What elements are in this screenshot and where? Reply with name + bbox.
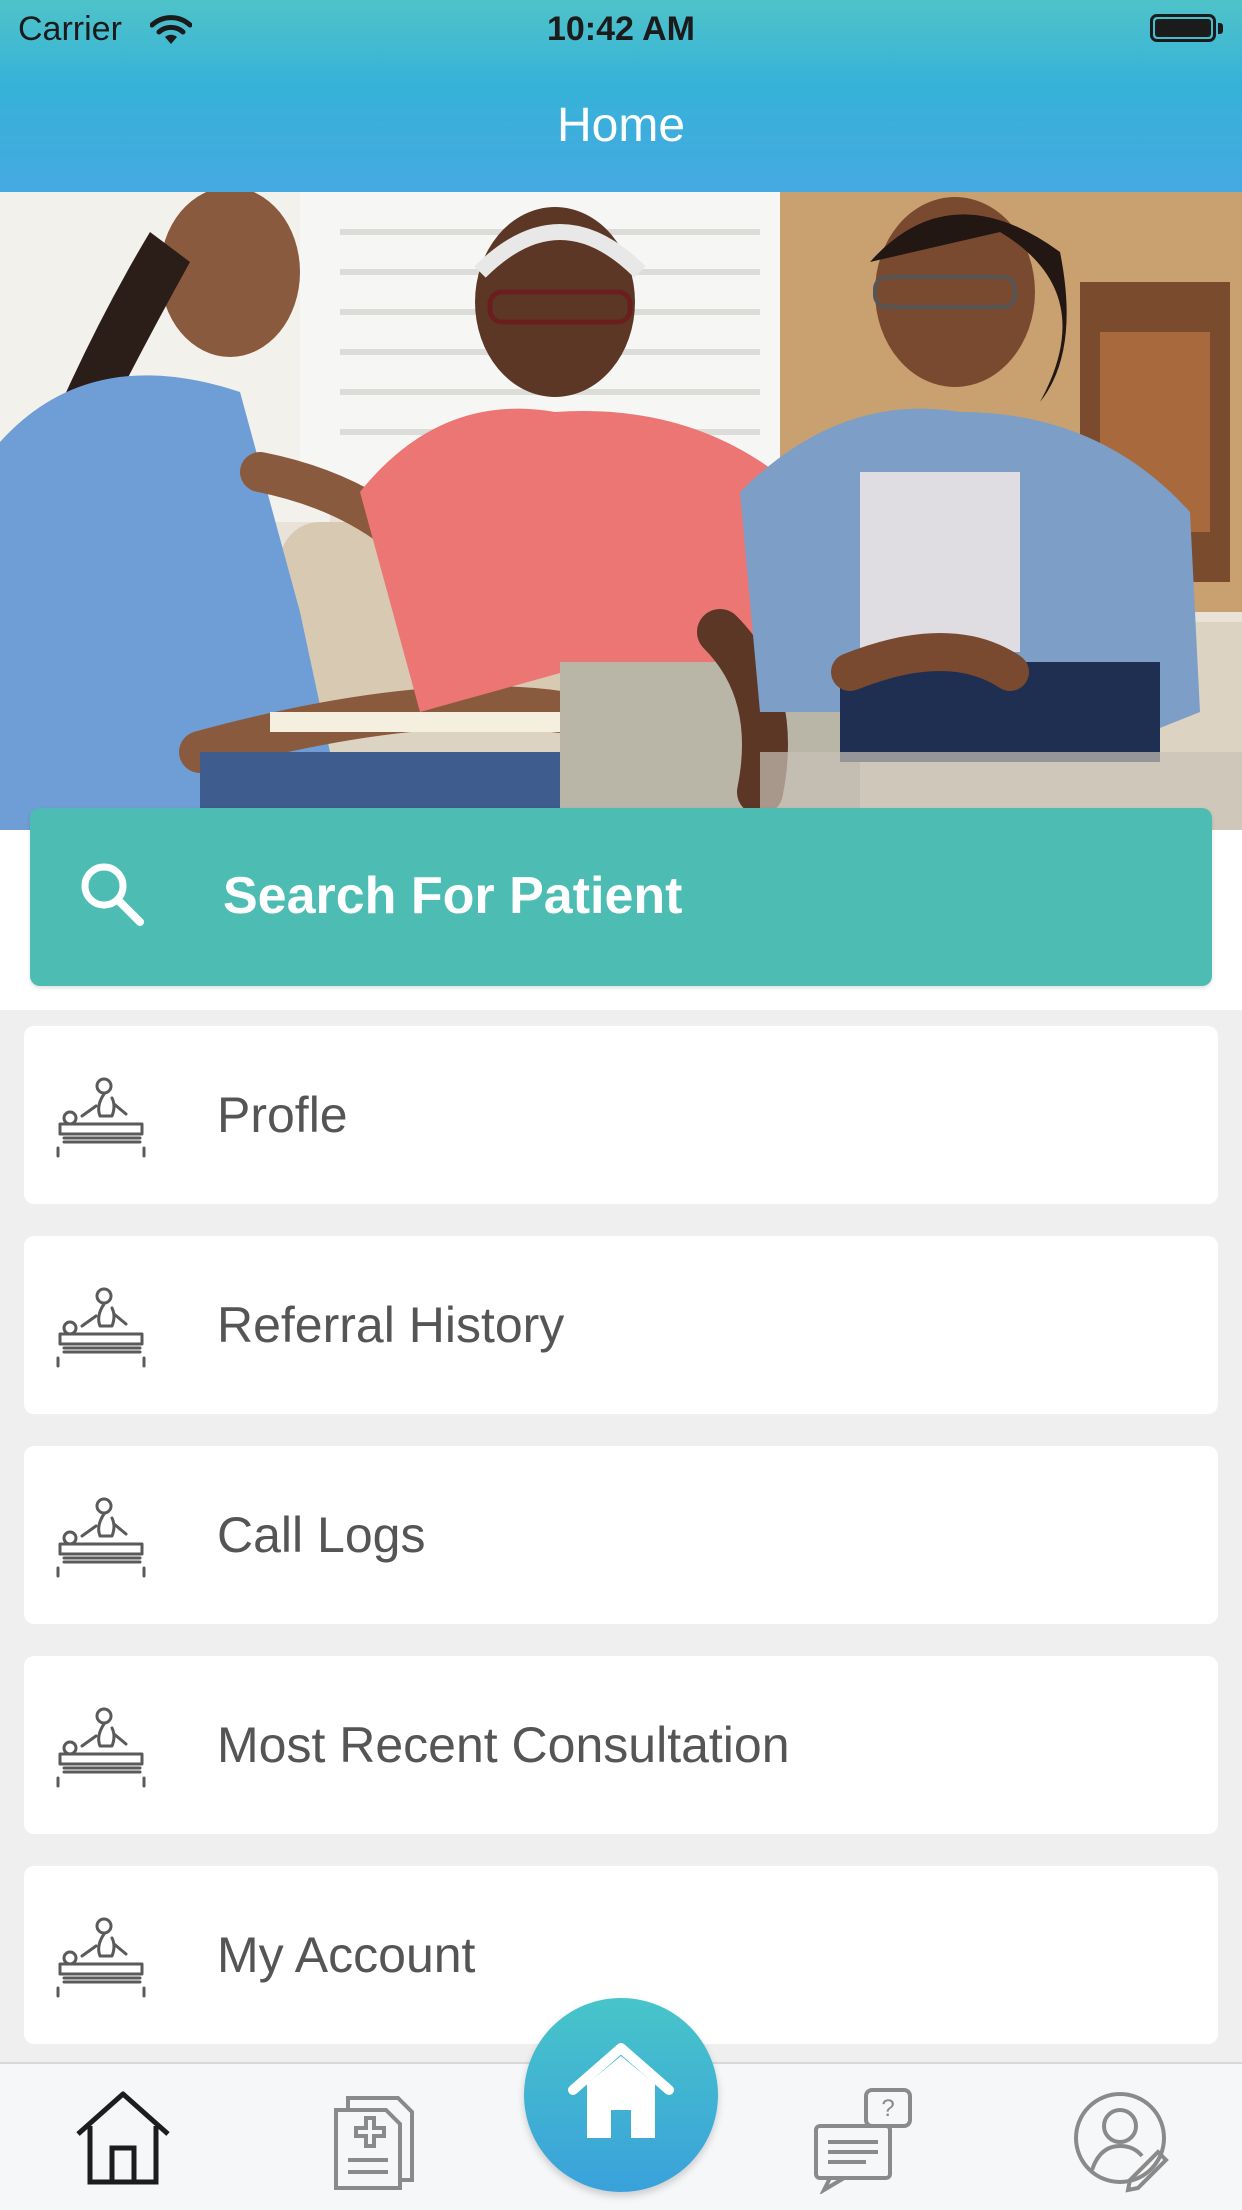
massage-therapy-icon bbox=[56, 1917, 146, 1998]
menu-item-label: Referral History bbox=[217, 1297, 565, 1353]
svg-text:?: ? bbox=[881, 2095, 894, 2122]
page-title: Home bbox=[556, 99, 686, 152]
menu-item-label: Call Logs bbox=[217, 1507, 426, 1563]
tab-home[interactable] bbox=[68, 2084, 178, 2194]
status-bar: Carrier 10:42 AM bbox=[0, 0, 1242, 62]
menu-item-label: Most Recent Consultation bbox=[217, 1717, 790, 1773]
home-outline-icon bbox=[76, 2091, 170, 2185]
medical-document-icon bbox=[334, 2096, 414, 2190]
menu-item-label: Profle bbox=[217, 1087, 348, 1143]
chat-help-icon: ? bbox=[814, 2088, 912, 2196]
menu-item-label: My Account bbox=[217, 1927, 476, 1983]
search-for-patient-label: Search For Patient bbox=[223, 867, 683, 925]
home-fab-button[interactable] bbox=[524, 1998, 718, 2192]
search-for-patient-button[interactable]: Search For Patient bbox=[30, 808, 1212, 986]
nav-header: Carrier 10:42 AM Home bbox=[0, 0, 1242, 192]
menu-item-call-logs[interactable]: Call Logs bbox=[24, 1446, 1218, 1624]
menu-item-most-recent-consultation[interactable]: Most Recent Consultation bbox=[24, 1656, 1218, 1834]
tab-medical-records[interactable] bbox=[318, 2084, 428, 2194]
hero-photo-caregivers bbox=[0, 192, 1242, 830]
massage-therapy-icon bbox=[56, 1707, 146, 1788]
hero-photo bbox=[0, 192, 1242, 830]
user-edit-icon bbox=[1074, 2092, 1169, 2193]
tab-help-chat[interactable]: ? bbox=[810, 2084, 920, 2196]
massage-therapy-icon bbox=[56, 1077, 146, 1158]
tab-account[interactable] bbox=[1066, 2084, 1176, 2194]
home-filled-icon bbox=[568, 2043, 674, 2138]
battery-icon bbox=[1150, 14, 1224, 44]
massage-therapy-icon bbox=[56, 1287, 146, 1368]
search-icon bbox=[81, 863, 144, 926]
massage-therapy-icon bbox=[56, 1497, 146, 1578]
clock: 10:42 AM bbox=[546, 10, 696, 48]
menu-item-profile[interactable]: Profle bbox=[24, 1026, 1218, 1204]
menu-item-referral-history[interactable]: Referral History bbox=[24, 1236, 1218, 1414]
